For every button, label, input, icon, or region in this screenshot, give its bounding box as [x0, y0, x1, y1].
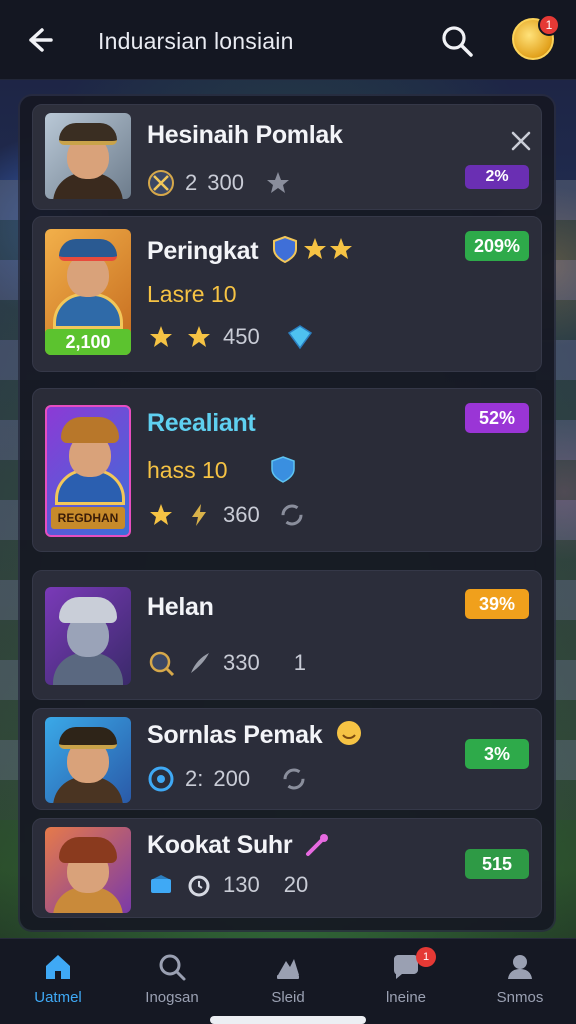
star-icon: [150, 504, 172, 525]
stat-value: 200: [213, 766, 251, 791]
wand-icon: [306, 834, 328, 856]
home-indicator: [210, 1016, 366, 1024]
player-name: Helan: [147, 593, 214, 621]
home-icon: [46, 955, 70, 979]
player-portrait: REGDHAN: [45, 405, 131, 537]
list-item[interactable]: Hesinaih Pomlak 2 300 2%: [32, 104, 542, 210]
clock-icon: [188, 875, 210, 897]
nav-label: Sleid: [271, 989, 305, 1006]
player-portrait: 2,100: [45, 229, 131, 355]
notification-badge: 1: [538, 14, 560, 36]
magnifier-badge-icon: [149, 651, 175, 677]
stat-value: 330: [223, 650, 260, 675]
stat-value: 20: [283, 872, 309, 897]
portrait-label: REGDHAN: [51, 507, 125, 529]
nav-tab-home[interactable]: Uatmel: [8, 951, 108, 1006]
profile-icon: [508, 955, 532, 979]
percentage-badge: 515: [465, 849, 529, 879]
player-portrait: [45, 827, 131, 913]
player-level: hass 10: [147, 457, 228, 483]
star-icon: [266, 172, 289, 193]
percentage-badge: 39%: [465, 589, 529, 619]
nav-tab-chat[interactable]: 1 lneine: [356, 947, 456, 1006]
player-portrait: [45, 587, 131, 685]
player-name: Peringkat: [147, 237, 259, 265]
stat-value: 300: [207, 170, 244, 195]
nav-label: Inogsan: [145, 989, 199, 1006]
shield-icon: [273, 235, 297, 263]
star-icon: [188, 326, 210, 347]
star-icon: [330, 238, 352, 259]
swirl-icon: [283, 768, 305, 790]
percentage-badge: 3%: [465, 739, 529, 769]
stat-value: 2:: [185, 766, 204, 791]
star-icon: [150, 326, 172, 347]
player-list: Hesinaih Pomlak 2 300 2% 2,100 Peringkat: [20, 96, 554, 930]
close-icon[interactable]: [509, 129, 533, 153]
gem-icon: [287, 325, 312, 350]
player-name: Hesinaih Pomlak: [147, 121, 343, 149]
level-pill: 2,100: [45, 329, 131, 355]
nav-label: Uatmel: [34, 989, 82, 1006]
list-item[interactable]: REGDHAN Reealiant hass 10 360 52%: [32, 388, 542, 552]
player-level: Lasre 10: [147, 281, 237, 307]
page-title: Induarsian lonsiain: [98, 28, 294, 54]
nav-label: Snmos: [496, 989, 544, 1006]
stat-value: 130: [223, 872, 260, 897]
player-portrait: [45, 113, 131, 199]
percentage-badge: 52%: [465, 403, 529, 433]
blue-gem-icon: [151, 875, 171, 893]
list-item[interactable]: Kookat Suhr 130 20 515: [32, 818, 542, 918]
list-item[interactable]: Helan 330 1 39%: [32, 570, 542, 700]
at-sign-icon: [148, 766, 174, 792]
star-icon: [304, 238, 326, 259]
list-item[interactable]: 2,100 Peringkat Lasre 10 450 209%: [32, 216, 542, 372]
player-name: Kookat Suhr: [147, 831, 293, 859]
list-item[interactable]: Sornlas Pemak 2: 200 3%: [32, 708, 542, 810]
stat-value: 360: [223, 502, 260, 527]
shield-icon: [271, 456, 295, 483]
player-name: Sornlas Pemak: [147, 721, 323, 749]
stat-value: 1: [293, 650, 306, 675]
nav-tab-battle[interactable]: Sleid: [238, 951, 338, 1006]
battle-icon: [277, 959, 299, 979]
bottom-navigation: Uatmel Inogsan Sleid 1 lneine Snmos: [0, 938, 576, 1024]
app-header: Induarsian lonsiain 1: [0, 0, 576, 80]
stat-value: 2: [185, 170, 198, 195]
crossed-swords-icon: [148, 170, 174, 196]
player-name: Reealiant: [147, 409, 256, 437]
smiley-icon: [337, 721, 361, 745]
swirl-icon: [281, 504, 303, 526]
chat-badge: 1: [416, 947, 436, 967]
lightning-icon: [192, 504, 206, 526]
nav-label: lneine: [385, 989, 427, 1006]
back-arrow-icon[interactable]: [22, 24, 54, 56]
percentage-badge: 209%: [465, 231, 529, 261]
player-portrait: [45, 717, 131, 803]
search-icon[interactable]: [440, 24, 474, 58]
nav-tab-search[interactable]: Inogsan: [122, 951, 222, 1006]
percentage-badge: 2%: [465, 165, 529, 189]
stat-value: 450: [223, 324, 260, 349]
feather-icon: [191, 653, 209, 673]
nav-tab-profile[interactable]: Snmos: [470, 951, 570, 1006]
search-icon: [159, 954, 186, 981]
